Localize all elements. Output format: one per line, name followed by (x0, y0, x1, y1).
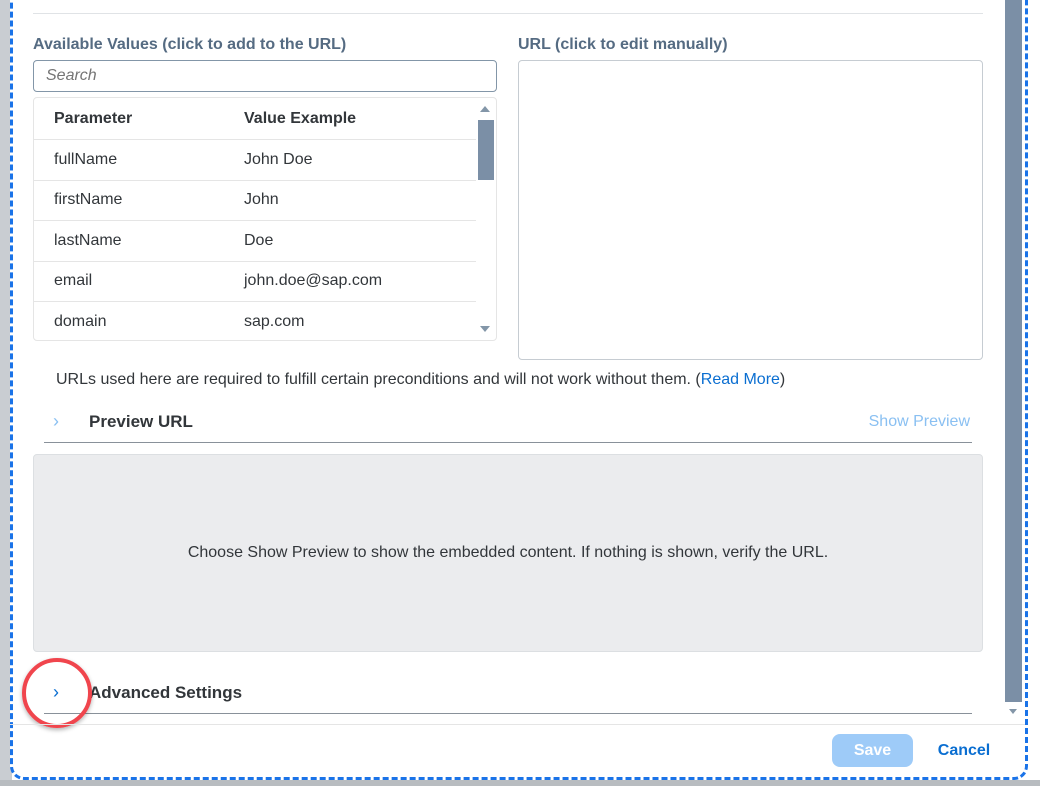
table-row[interactable]: lastName Doe (34, 221, 476, 262)
preview-message: Choose Show Preview to show the embedded… (187, 544, 829, 561)
preview-url-title: Preview URL (89, 411, 193, 431)
preview-area: Choose Show Preview to show the embedded… (33, 454, 983, 652)
parameter-cell: firstName (54, 191, 123, 209)
parameter-cell: fullName (54, 150, 118, 168)
value-cell: john.doe@sap.com (244, 272, 383, 290)
cancel-button[interactable]: Cancel (926, 734, 1002, 767)
scroll-down-icon[interactable] (480, 326, 490, 332)
column-header-parameter: Parameter (54, 109, 133, 127)
parameter-cell: lastName (54, 231, 122, 249)
read-more-link[interactable]: Read More (701, 371, 780, 388)
parameter-cell: domain (54, 313, 107, 331)
dialog-scrollbar[interactable] (1005, 0, 1022, 720)
table-row[interactable]: firstName John (34, 181, 476, 221)
preconditions-note: URLs used here are required to fulfill c… (56, 371, 785, 389)
column-header-value: Value Example (244, 109, 357, 127)
value-cell: John Doe (244, 150, 313, 168)
value-cell: sap.com (244, 313, 305, 331)
scrollbar-thumb[interactable] (478, 120, 494, 180)
table-header: Parameter Value Example (34, 98, 476, 140)
table-row[interactable]: email john.doe@sap.com (34, 262, 476, 302)
background-page-bottom (0, 780, 1040, 786)
url-label: URL (click to edit manually) (518, 36, 728, 53)
value-cell: John (244, 191, 279, 209)
parameter-cell: email (54, 272, 93, 290)
note-end: ) (779, 371, 786, 388)
table-row[interactable]: fullName John Doe (34, 140, 476, 181)
available-values-label: Available Values (click to add to the UR… (33, 36, 347, 53)
search-input[interactable] (33, 60, 497, 92)
highlight-circle (22, 658, 92, 728)
scroll-up-icon[interactable] (480, 106, 490, 112)
footer-divider (10, 724, 1025, 725)
parameters-table: Parameter Value Example fullName John Doe … (33, 97, 497, 341)
table-row[interactable]: domain sap.com (34, 302, 476, 340)
preview-url-section: › Preview URL Show Preview (44, 401, 972, 443)
scrollbar-thumb[interactable] (1005, 0, 1022, 702)
scroll-down-icon[interactable] (1009, 709, 1017, 714)
advanced-settings-title[interactable]: Advanced Settings (89, 683, 242, 703)
save-button[interactable]: Save (832, 734, 913, 767)
table-scrollbar[interactable] (476, 98, 494, 340)
url-textarea[interactable] (518, 60, 983, 360)
divider (33, 13, 983, 14)
chevron-right-icon[interactable]: › (44, 411, 89, 432)
value-cell: Doe (244, 231, 274, 249)
advanced-settings-section: › Advanced Settings (44, 672, 972, 714)
note-text: URLs used here are required to fulfill c… (56, 371, 701, 388)
show-preview-button[interactable]: Show Preview (869, 413, 972, 431)
